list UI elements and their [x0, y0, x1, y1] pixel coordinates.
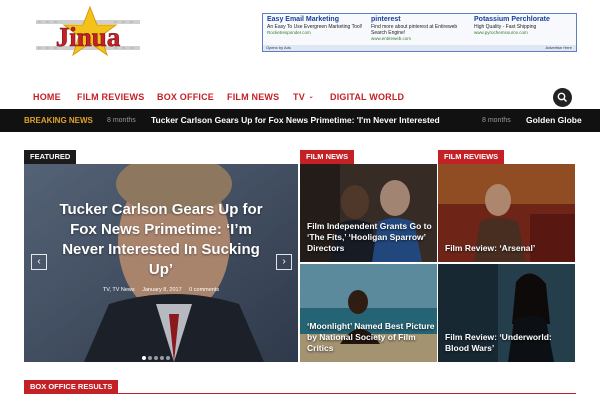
ad-item[interactable]: Easy Email Marketing An Easy To Use Ever…: [267, 16, 369, 36]
box-office-results-label[interactable]: BOX OFFICE RESULTS: [24, 380, 119, 394]
ad-title[interactable]: Potassium Perchlorate: [474, 16, 576, 24]
ad-description: Find more about pinterest at Entireweb S…: [371, 24, 458, 36]
featured-meta: TV, TV News January 8, 2017 0 comments: [24, 287, 298, 293]
film-reviews-label[interactable]: FILM REVIEWS: [438, 150, 505, 164]
breaking-news-label: BREAKING NEWS: [24, 116, 93, 125]
logo-graphic: Jinua: [36, 5, 140, 57]
page: Jinua Easy Email Marketing An Easy To Us…: [0, 0, 600, 400]
site-logo[interactable]: Jinua: [28, 5, 148, 64]
nav-tv[interactable]: TV ⌄: [293, 86, 314, 108]
slider-dot[interactable]: [166, 356, 170, 360]
film-review-tile[interactable]: Film Review: ‘Underworld: Blood Wars’: [438, 264, 575, 362]
ad-url[interactable]: www.pyrochemsource.com: [474, 30, 576, 36]
slider-next-button[interactable]: ›: [276, 254, 292, 270]
ad-title[interactable]: pinterest: [371, 16, 473, 24]
breaking-headline[interactable]: Tucker Carlson Gears Up for Fox News Pri…: [151, 109, 441, 132]
ad-footer-left: Openx by Ads: [266, 45, 291, 50]
ad-footer-right[interactable]: Advertise Here: [546, 45, 572, 51]
slider-dot[interactable]: [148, 356, 152, 360]
chevron-down-icon: ⌄: [308, 94, 314, 100]
ad-item[interactable]: Potassium Perchlorate High Quality - Fas…: [474, 16, 576, 36]
search-icon: [557, 92, 568, 103]
nav-digital-world[interactable]: DIGITAL WORLD: [330, 86, 404, 108]
ad-url[interactable]: Rocketresponder.com: [267, 30, 369, 36]
slider-dot[interactable]: [160, 356, 164, 360]
slider-dot[interactable]: [142, 356, 146, 360]
main-nav: HOME FILM REVIEWS BOX OFFICE FILM NEWS T…: [0, 86, 600, 108]
nav-box-office[interactable]: BOX OFFICE: [157, 86, 214, 108]
tile-title[interactable]: Film Review: ‘Underworld: Blood Wars’: [445, 332, 573, 354]
film-review-tile[interactable]: Film Review: ‘Arsenal’: [438, 164, 575, 262]
nav-home[interactable]: HOME: [33, 86, 61, 108]
breaking-time: 8 months: [107, 117, 136, 124]
chevron-right-icon: ›: [282, 256, 286, 267]
tile-title[interactable]: Film Independent Grants Go to ‘The Fits,…: [307, 221, 435, 254]
featured-categories[interactable]: TV, TV News: [103, 287, 135, 293]
slider-prev-button[interactable]: ‹: [31, 254, 47, 270]
breaking-headline[interactable]: Golden Globe: [526, 109, 582, 132]
film-news-tile[interactable]: Film Independent Grants Go to ‘The Fits,…: [300, 164, 437, 262]
featured-date: January 8, 2017: [142, 287, 182, 293]
ad-url[interactable]: www.entireweb.com: [371, 36, 473, 42]
logo-text: Jinua: [56, 22, 121, 52]
tile-title[interactable]: ‘Moonlight’ Named Best Picture by Nation…: [307, 321, 435, 354]
film-news-label[interactable]: FILM NEWS: [300, 150, 355, 164]
chevron-left-icon: ‹: [37, 256, 41, 267]
featured-label: FEATURED: [24, 150, 77, 164]
nav-film-reviews[interactable]: FILM REVIEWS: [77, 86, 144, 108]
breaking-time: 8 months: [482, 117, 511, 124]
ad-title[interactable]: Easy Email Marketing: [267, 16, 369, 24]
slider-dot[interactable]: [154, 356, 158, 360]
featured-title[interactable]: Tucker Carlson Gears Up for Fox News Pri…: [54, 200, 268, 280]
featured-slider[interactable]: Tucker Carlson Gears Up for Fox News Pri…: [24, 164, 298, 362]
nav-tv-label: TV: [293, 92, 305, 102]
ad-item[interactable]: pinterest Find more about pinterest at E…: [371, 16, 473, 42]
film-news-tile[interactable]: ‘Moonlight’ Named Best Picture by Nation…: [300, 264, 437, 362]
search-button[interactable]: [553, 88, 572, 107]
ad-footer: Openx by Ads Advertise Here: [263, 45, 576, 51]
nav-film-news[interactable]: FILM NEWS: [227, 86, 279, 108]
breaking-news-bar: BREAKING NEWS 8 months Tucker Carlson Ge…: [0, 109, 600, 132]
ad-banner[interactable]: Easy Email Marketing An Easy To Use Ever…: [262, 13, 577, 52]
section-divider: [24, 393, 576, 394]
slider-dots: [142, 347, 172, 362]
featured-comments[interactable]: 0 comments: [189, 287, 219, 293]
tile-title[interactable]: Film Review: ‘Arsenal’: [445, 243, 573, 254]
